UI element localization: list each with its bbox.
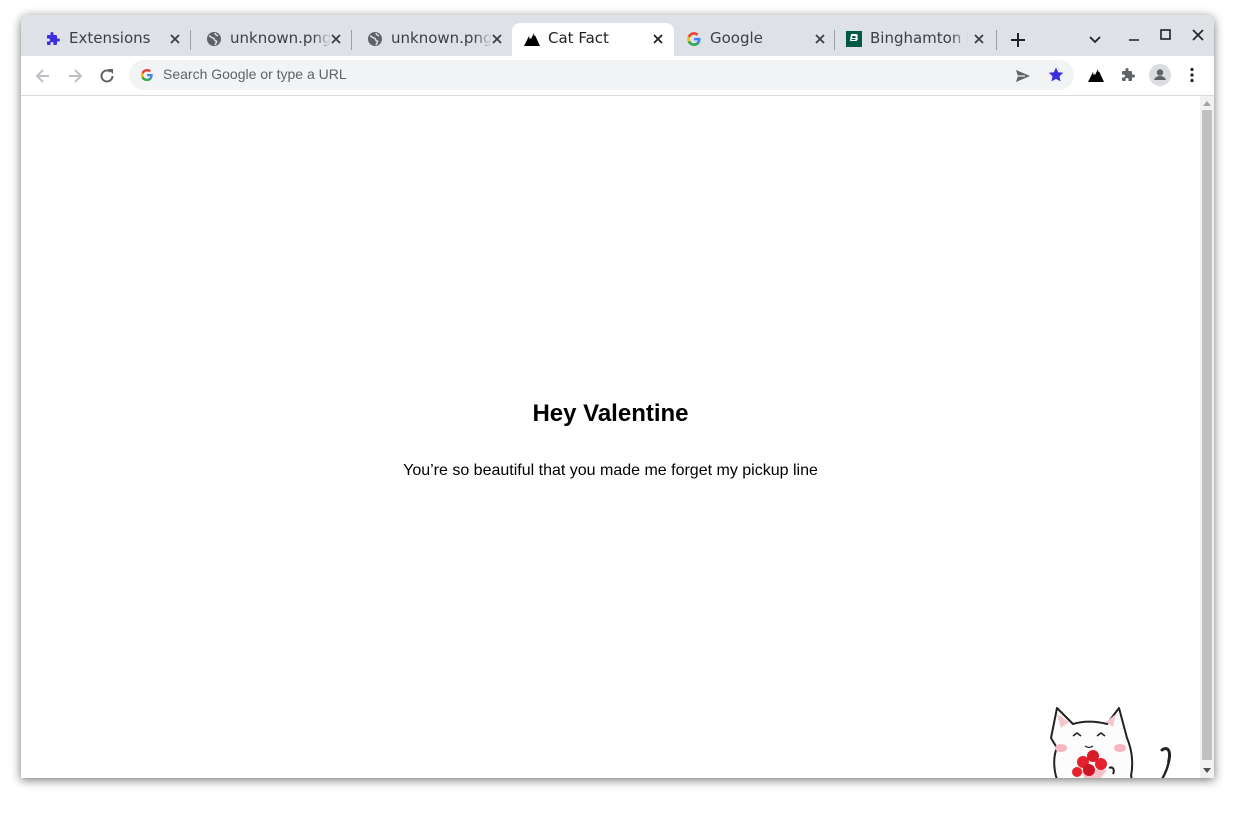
- puzzle-icon: [47, 32, 60, 45]
- cat-with-flowers-image: [1050, 707, 1171, 778]
- close-icon[interactable]: [329, 32, 343, 46]
- omnibox-placeholder: Search Google or type a URL: [163, 66, 347, 82]
- arrow-right-icon: [69, 69, 83, 83]
- scrollbar-thumb[interactable]: [1202, 110, 1212, 760]
- page-content: Hey Valentine You’re so beautiful that y…: [21, 96, 1200, 778]
- reload-icon: [100, 69, 114, 83]
- profile-avatar-icon[interactable]: [1149, 64, 1171, 86]
- tab-extensions[interactable]: Extensions: [25, 23, 187, 56]
- maximize-icon[interactable]: [1159, 28, 1173, 42]
- back-button[interactable]: [28, 56, 58, 95]
- globe-icon: [207, 32, 221, 46]
- browser-toolbar: Search Google or type a URL: [21, 56, 1214, 96]
- menu-kebab-icon[interactable]: [1186, 67, 1198, 83]
- scroll-up-arrow-icon[interactable]: [1203, 100, 1211, 106]
- page-heading: Hey Valentine: [532, 400, 689, 427]
- forward-button[interactable]: [60, 56, 90, 95]
- tab-title: Extensions: [69, 29, 151, 47]
- bookmark-star-icon[interactable]: [1047, 66, 1065, 84]
- vertical-scrollbar[interactable]: [1200, 96, 1214, 778]
- tab-title: Cat Fact: [548, 29, 609, 47]
- mountain-icon: [524, 33, 540, 46]
- extensions-puzzle-icon[interactable]: [1120, 67, 1136, 83]
- tab-google[interactable]: Google: [674, 23, 836, 56]
- tab-title-fade: [951, 29, 969, 51]
- binghamton-logo-icon: [846, 31, 862, 47]
- tab-unknown-png-1[interactable]: unknown.png: [186, 23, 348, 56]
- minimize-icon[interactable]: [1127, 32, 1141, 46]
- new-tab-plus-icon[interactable]: [1009, 31, 1027, 49]
- tab-strip: Extensions unknown.png unknown.png Cat F…: [21, 15, 1214, 56]
- close-icon[interactable]: [168, 32, 182, 46]
- arrow-left-icon: [35, 69, 49, 83]
- send-tab-icon[interactable]: [1015, 68, 1031, 84]
- close-icon[interactable]: [813, 32, 827, 46]
- close-icon[interactable]: [651, 32, 665, 46]
- scroll-down-arrow-icon[interactable]: [1203, 768, 1211, 774]
- google-g-icon: [140, 68, 153, 82]
- tab-cat-fact[interactable]: Cat Fact: [512, 23, 674, 56]
- reload-button[interactable]: [92, 56, 122, 95]
- tab-search-chevron-down-icon[interactable]: [1088, 32, 1102, 46]
- close-icon[interactable]: [972, 32, 986, 46]
- google-g-icon: [687, 32, 701, 46]
- mountain-extension-icon[interactable]: [1088, 67, 1104, 83]
- omnibox[interactable]: Search Google or type a URL: [129, 60, 1074, 90]
- close-icon[interactable]: [490, 32, 504, 46]
- window-close-icon[interactable]: [1191, 28, 1205, 42]
- pickup-line-text: You’re so beautiful that you made me for…: [403, 462, 818, 479]
- tab-title: Google: [710, 29, 763, 47]
- tab-unknown-png-2[interactable]: unknown.png: [347, 23, 509, 56]
- browser-window: Extensions unknown.png unknown.png Cat F…: [21, 15, 1214, 778]
- tab-separator: [996, 30, 997, 50]
- globe-icon: [368, 32, 382, 46]
- tab-binghamton[interactable]: Binghamton U: [835, 23, 997, 56]
